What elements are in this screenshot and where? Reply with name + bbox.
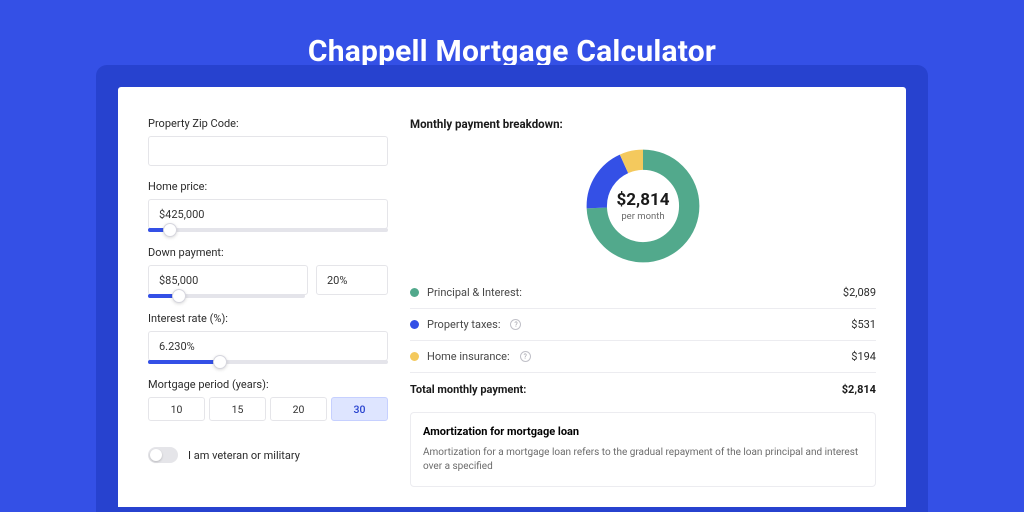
period-field: Mortgage period (years): 10152030 — [148, 378, 388, 421]
legend-value: $194 — [851, 350, 876, 363]
zip-input[interactable] — [148, 136, 388, 166]
price-input[interactable] — [148, 199, 388, 229]
period-btn-10[interactable]: 10 — [148, 397, 205, 421]
down-slider-thumb[interactable] — [172, 289, 186, 303]
rate-input[interactable] — [148, 331, 388, 361]
calculator-card: Property Zip Code: Home price: Down paym… — [118, 87, 906, 507]
donut-value: $2,814 — [617, 190, 670, 210]
total-label: Total monthly payment: — [410, 383, 526, 396]
total-value: $2,814 — [842, 383, 876, 396]
veteran-row: I am veteran or military — [148, 447, 388, 463]
period-btn-30[interactable]: 30 — [331, 397, 388, 421]
legend-row: Home insurance:? $194 — [410, 341, 876, 372]
price-slider[interactable] — [148, 228, 388, 232]
period-btn-15[interactable]: 15 — [209, 397, 266, 421]
price-slider-thumb[interactable] — [163, 223, 177, 237]
payment-donut-chart: $2,814 per month — [582, 145, 704, 267]
veteran-toggle-knob — [150, 449, 162, 461]
breakdown-title: Monthly payment breakdown: — [410, 117, 876, 131]
legend-dot — [410, 288, 419, 297]
breakdown-panel: Monthly payment breakdown: $2,814 per mo… — [410, 117, 876, 507]
down-pct-input[interactable] — [316, 265, 388, 295]
amortization-card: Amortization for mortgage loan Amortizat… — [410, 412, 876, 487]
legend-row: Principal & Interest: $2,089 — [410, 277, 876, 308]
down-amount-input[interactable] — [148, 265, 308, 295]
donut-sublabel: per month — [621, 211, 664, 222]
rate-slider-fill — [148, 360, 220, 364]
info-icon[interactable]: ? — [510, 319, 521, 330]
total-row: Total monthly payment: $2,814 — [410, 373, 876, 406]
down-field: Down payment: — [148, 246, 388, 298]
rate-field: Interest rate (%): — [148, 312, 388, 364]
legend-label: Property taxes: — [427, 318, 500, 331]
legend-dot — [410, 352, 419, 361]
legend-value: $2,089 — [843, 286, 876, 299]
legend-label: Home insurance: — [427, 350, 510, 363]
amortization-title: Amortization for mortgage loan — [423, 425, 863, 438]
veteran-label: I am veteran or military — [188, 449, 300, 462]
zip-label: Property Zip Code: — [148, 117, 388, 130]
info-icon[interactable]: ? — [520, 351, 531, 362]
donut-wrap: $2,814 per month — [410, 145, 876, 267]
amortization-text: Amortization for a mortgage loan refers … — [423, 446, 863, 474]
rate-slider[interactable] — [148, 360, 388, 364]
price-label: Home price: — [148, 180, 388, 193]
rate-label: Interest rate (%): — [148, 312, 388, 325]
page-title: Chappell Mortgage Calculator — [308, 34, 716, 69]
legend-value: $531 — [851, 318, 876, 331]
legend-label: Principal & Interest: — [427, 286, 522, 299]
down-slider[interactable] — [148, 294, 305, 298]
period-btn-20[interactable]: 20 — [270, 397, 327, 421]
donut-center: $2,814 per month — [582, 145, 704, 267]
inputs-panel: Property Zip Code: Home price: Down paym… — [148, 117, 388, 507]
price-field: Home price: — [148, 180, 388, 232]
legend-row: Property taxes:? $531 — [410, 309, 876, 340]
legend: Principal & Interest: $2,089 Property taxe… — [410, 277, 876, 372]
period-label: Mortgage period (years): — [148, 378, 388, 391]
rate-slider-thumb[interactable] — [213, 355, 227, 369]
down-label: Down payment: — [148, 246, 388, 259]
veteran-toggle[interactable] — [148, 447, 178, 463]
period-buttons: 10152030 — [148, 397, 388, 421]
zip-field: Property Zip Code: — [148, 117, 388, 166]
legend-dot — [410, 320, 419, 329]
